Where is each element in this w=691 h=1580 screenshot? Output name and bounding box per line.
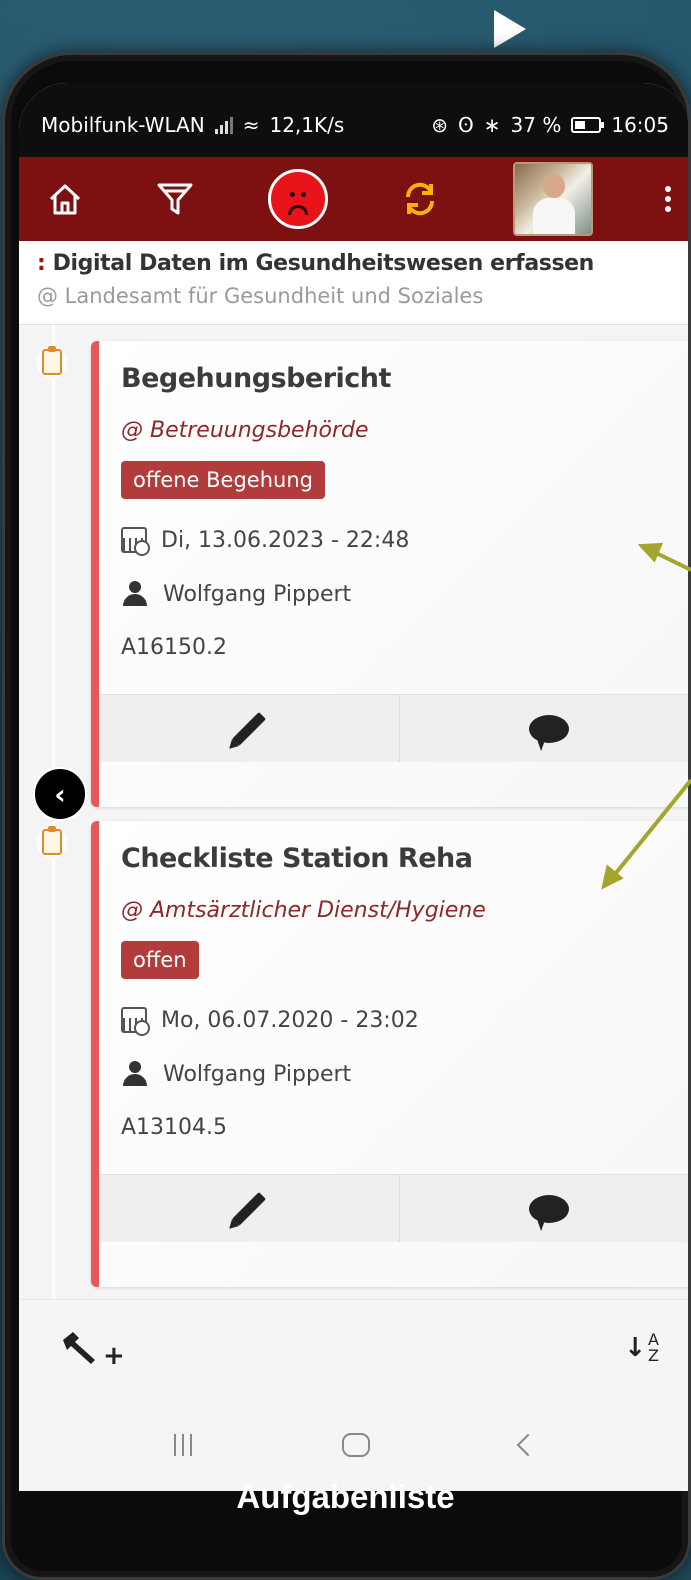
android-nav-bar [19, 1395, 688, 1491]
status-bar: Mobilfunk-WLAN ≈ 12,1K/s ⊛ ʘ ∗ 37 % 16:0… [19, 83, 688, 157]
home-button[interactable] [47, 181, 83, 217]
more-vert-icon[interactable] [664, 186, 671, 212]
task-list[interactable]: Begehungsbericht @ Betreuungsbehörde off… [19, 325, 689, 1299]
card-actions [99, 694, 689, 762]
task-organization: @ Amtsärztlicher Dienst/Hygiene [121, 898, 486, 923]
network-name: Mobilfunk-WLAN [41, 113, 205, 137]
comment-icon [529, 1194, 570, 1223]
sort-az-icon: AZ [648, 1329, 659, 1365]
task-card[interactable]: Checkliste Station Reha @ Amtsärztlicher… [91, 821, 689, 1287]
battery-icon [571, 117, 605, 133]
home-nav-icon[interactable] [342, 1433, 370, 1457]
plus-icon: + [103, 1340, 125, 1371]
clipboard-icon [37, 345, 67, 379]
sad-face-icon [267, 169, 328, 229]
task-person: Wolfgang Pippert [163, 1061, 352, 1087]
avatar [512, 162, 593, 236]
chevron-left-icon: ‹ [54, 777, 66, 811]
app-toolbar [19, 157, 688, 241]
calendar-icon [121, 527, 150, 556]
filter-button[interactable] [155, 179, 195, 219]
sort-button[interactable]: ↓ AZ [624, 1329, 659, 1365]
comment-button[interactable] [400, 695, 689, 762]
task-person-row: Wolfgang Pippert [121, 1061, 688, 1087]
network-speed: 12,1K/s [269, 113, 345, 137]
project-organization: @ Landesamt für Gesundheit und Soziales [37, 284, 484, 308]
project-header[interactable]: : Digital Daten im Gesundheitswesen erfa… [19, 241, 688, 325]
home-icon [49, 184, 81, 215]
battery-percent: 37 % [510, 113, 562, 137]
sync-icon [406, 182, 435, 216]
task-id: A13104.5 [121, 1115, 228, 1140]
bluetooth-icon: ∗ [483, 113, 501, 137]
project-title-text: Digital Daten im Gesundheitswesen erfass… [52, 251, 595, 276]
bottom-action-bar: + ↓ AZ [19, 1299, 688, 1395]
status-badge: offen [121, 941, 199, 979]
calendar-icon [121, 1007, 150, 1036]
eye-icon: ʘ [458, 113, 474, 137]
phone-screen: Mobilfunk-WLAN ≈ 12,1K/s ⊛ ʘ ∗ 37 % 16:0… [19, 83, 689, 1491]
recents-icon[interactable] [174, 1434, 192, 1456]
task-person-row: Wolfgang Pippert [121, 581, 688, 607]
hammer-icon [63, 1331, 95, 1364]
task-title[interactable]: Begehungsbericht [121, 363, 688, 394]
sync-button[interactable] [400, 179, 440, 219]
signal-icon [214, 116, 233, 134]
person-icon [121, 581, 149, 607]
pencil-icon [231, 711, 266, 746]
clipboard-icon [37, 825, 67, 859]
collapse-timeline-button[interactable]: ‹ [33, 767, 87, 821]
person-icon [121, 1061, 149, 1087]
task-person: Wolfgang Pippert [163, 581, 352, 607]
phone-frame: Mobilfunk-WLAN ≈ 12,1K/s ⊛ ʘ ∗ 37 % 16:0… [2, 52, 691, 1580]
project-prefix: : [37, 251, 46, 276]
add-tool-button[interactable]: + [59, 1325, 125, 1371]
status-right: ⊛ ʘ ∗ 37 % 16:05 [431, 113, 669, 137]
status-badge: offene Begehung [121, 461, 325, 499]
task-id: A16150.2 [121, 635, 228, 660]
filter-icon [157, 183, 193, 215]
comment-button[interactable] [400, 1175, 689, 1242]
wifi-icon: ≈ [242, 113, 260, 137]
edit-button[interactable] [99, 1175, 400, 1242]
status-left: Mobilfunk-WLAN ≈ 12,1K/s [41, 113, 344, 137]
task-date: Mo, 06.07.2020 - 23:02 [161, 1007, 419, 1033]
screen-caption: Aufgabenliste [236, 1478, 455, 1515]
back-icon[interactable] [516, 1433, 540, 1457]
edit-button[interactable] [99, 695, 400, 762]
clock: 16:05 [611, 113, 669, 137]
mood-button[interactable] [267, 169, 328, 229]
task-date-row: Di, 13.06.2023 - 22:48 [121, 527, 688, 556]
nfc-icon: ⊛ [431, 113, 449, 137]
card-actions [99, 1174, 689, 1242]
play-icon[interactable] [494, 10, 526, 48]
sort-arrow-icon: ↓ [624, 1332, 647, 1363]
task-organization: @ Betreuungsbehörde [121, 418, 369, 443]
task-title[interactable]: Checkliste Station Reha [121, 843, 688, 874]
user-avatar-button[interactable] [512, 162, 593, 236]
task-date: Di, 13.06.2023 - 22:48 [161, 527, 410, 553]
comment-icon [529, 714, 570, 743]
task-date-row: Mo, 06.07.2020 - 23:02 [121, 1007, 688, 1036]
task-card[interactable]: Begehungsbericht @ Betreuungsbehörde off… [91, 341, 689, 807]
project-title: : Digital Daten im Gesundheitswesen erfa… [37, 251, 688, 276]
pencil-icon [231, 1191, 266, 1226]
